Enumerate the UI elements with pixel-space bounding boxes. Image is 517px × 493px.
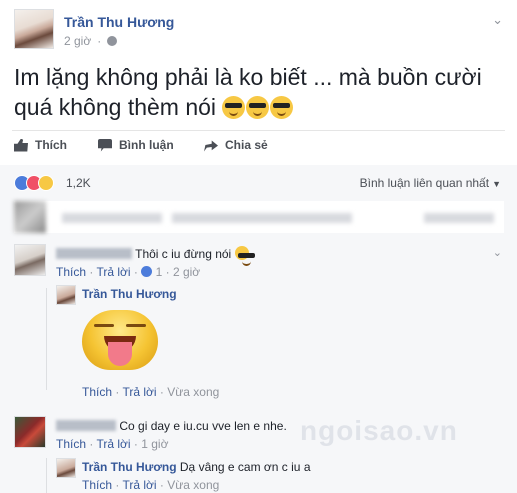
reply-meta: Thích · Trả lời · Vừa xong — [82, 385, 220, 399]
comment-item: Thôi c iu đừng nói Thích · Trả lời · 1 ·… — [14, 244, 504, 284]
tongue-sticker — [82, 310, 158, 370]
reply-author-avatar[interactable] — [56, 285, 76, 305]
author-name[interactable]: Trần Thu Hương — [64, 14, 174, 30]
reaction-count[interactable]: 1,2K — [66, 176, 91, 190]
blurred-comment — [14, 201, 504, 233]
reply-reply-link[interactable]: Trả lời — [122, 385, 156, 399]
commenter-name-blurred[interactable] — [56, 420, 116, 431]
chevron-down-icon[interactable]: ⌄ — [493, 246, 502, 259]
share-label: Chia sẻ — [225, 138, 268, 152]
divider — [12, 130, 505, 131]
thumbs-up-icon — [14, 138, 28, 152]
commenter-avatar[interactable] — [14, 416, 46, 448]
reply-author-name[interactable]: Trần Thu Hương — [82, 460, 177, 474]
sunglasses-emoji-icon — [222, 96, 246, 119]
comment-text: Thôi c iu đừng nói — [135, 247, 232, 261]
reaction-icons[interactable] — [14, 175, 54, 191]
reaction-bar: 1,2K Bình luận liên quan nhất ▼ — [0, 165, 517, 199]
comment-meta: Thích · Trả lời · 1 giờ — [56, 437, 169, 451]
reply-meta: Thích · Trả lời · Vừa xong — [82, 478, 220, 492]
reply-thread-line — [46, 288, 47, 390]
watermark-logo: ngoisao.vn — [300, 415, 458, 446]
author-avatar[interactable] — [14, 9, 54, 49]
chevron-down-icon[interactable]: ⌄ — [492, 12, 503, 28]
post-time[interactable]: 2 giờ — [64, 34, 91, 48]
reply-author-name[interactable]: Trần Thu Hương — [82, 287, 177, 301]
sunglasses-emoji-icon — [246, 96, 270, 119]
globe-icon — [107, 36, 118, 46]
reply-thread-line — [46, 458, 47, 493]
reply-item: Trần Thu Hương Dạ vâng e cam ơn c iu a T… — [56, 458, 496, 493]
share-button[interactable]: Chia sẻ — [204, 138, 268, 152]
commenter-name-blurred[interactable] — [56, 248, 132, 259]
post-text: Im lặng không phải là ko biết ... mà buồ… — [14, 62, 504, 122]
blurred-text — [62, 213, 162, 223]
tired-emoji-icon — [234, 246, 255, 266]
post-actions: Thích Bình luận Chia sẻ — [0, 134, 517, 160]
comment-like-count[interactable]: 1 — [156, 265, 163, 279]
comment-sort-label: Bình luận liên quan nhất — [359, 176, 490, 190]
blurred-text — [424, 213, 494, 223]
comment-label: Bình luận — [119, 138, 174, 152]
reply-reply-link[interactable]: Trả lời — [122, 478, 156, 492]
haha-reaction-icon — [38, 175, 54, 191]
blurred-avatar — [14, 201, 46, 233]
reply-author-avatar[interactable] — [56, 458, 76, 478]
comment-time[interactable]: 2 giờ — [173, 265, 200, 279]
like-label: Thích — [35, 138, 67, 152]
comment-button[interactable]: Bình luận — [98, 138, 174, 152]
sunglasses-emoji-icon — [270, 96, 294, 119]
comment-like-link[interactable]: Thích — [56, 265, 86, 279]
comment-reply-link[interactable]: Trả lời — [96, 437, 130, 451]
commenter-avatar[interactable] — [14, 244, 46, 276]
share-icon — [204, 140, 218, 152]
comment-reply-link[interactable]: Trả lời — [96, 265, 130, 279]
comment-text: Co gi day e iu.cu vve len e nhe. — [119, 419, 287, 433]
comment-like-link[interactable]: Thích — [56, 437, 86, 451]
comment-time[interactable]: 1 giờ — [141, 437, 168, 451]
post-header: Trần Thu Hương 2 giờ · ⌄ — [0, 0, 517, 58]
blurred-text — [172, 213, 352, 223]
comment-sort-dropdown[interactable]: Bình luận liên quan nhất ▼ — [360, 176, 501, 190]
comment-meta: Thích · Trả lời · 1 · 2 giờ — [56, 265, 201, 279]
post-meta: 2 giờ · — [64, 34, 118, 48]
reply-time[interactable]: Vừa xong — [167, 385, 219, 399]
comment-icon — [98, 138, 112, 152]
reply-like-link[interactable]: Thích — [82, 478, 112, 492]
reply-text: Dạ vâng e cam ơn c iu a — [179, 460, 311, 474]
reply-like-link[interactable]: Thích — [82, 385, 112, 399]
like-badge-icon — [141, 266, 153, 277]
caret-down-icon: ▼ — [492, 179, 501, 189]
reply-item: Trần Thu Hương — [56, 285, 496, 305]
like-button[interactable]: Thích — [14, 138, 67, 152]
reply-time[interactable]: Vừa xong — [167, 478, 219, 492]
